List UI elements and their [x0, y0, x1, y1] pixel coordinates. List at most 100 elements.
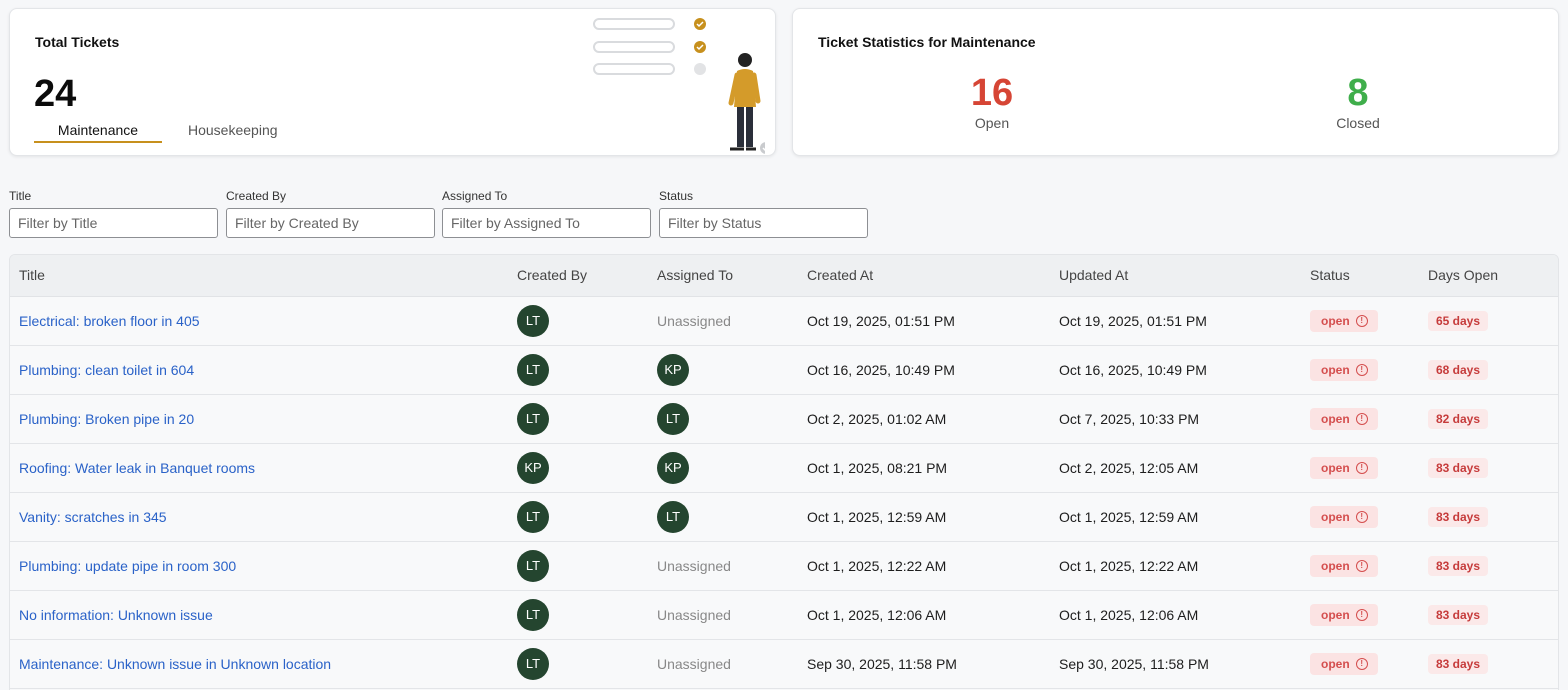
info-circle-icon: ! — [1355, 657, 1368, 670]
tab-housekeeping[interactable]: Housekeeping — [188, 122, 278, 138]
filter-created-by: Created By — [226, 189, 435, 238]
cell-created-by: LT — [508, 492, 648, 541]
days-open-badge: 83 days — [1428, 555, 1489, 576]
table-row[interactable]: Maintenance: Unknown issue in Unknown lo… — [10, 639, 1558, 688]
ticket-title-link[interactable]: Maintenance: Unknown issue in Unknown lo… — [19, 656, 331, 672]
table-row[interactable]: Plumbing: clean toilet in 604 LT KP Oct 16,… — [10, 345, 1558, 394]
cell-assigned-to: Unassigned — [648, 296, 798, 345]
column-header-assigned-to[interactable]: Assigned To — [648, 255, 798, 297]
status-text: open — [1321, 313, 1350, 328]
filter-title-label: Title — [9, 189, 32, 203]
table-row[interactable]: Vanity: scratches in 345 LT LT Oct 1, 2025,… — [10, 492, 1558, 541]
filter-assigned-to-label: Assigned To — [442, 189, 508, 203]
total-tickets-card: Total Tickets 24 Maintenance Housekeepin… — [9, 8, 776, 156]
days-open-badge: 83 days — [1428, 604, 1489, 625]
filter-assigned-to-input[interactable] — [442, 208, 651, 238]
status-badge: open! — [1310, 554, 1378, 577]
ticket-title-link[interactable]: Plumbing: clean toilet in 604 — [19, 362, 194, 378]
table-row[interactable]: Roofing: Water leak in Banquet rooms KP KP… — [10, 443, 1558, 492]
status-text: open — [1321, 607, 1350, 622]
cell-assigned-to: Unassigned — [648, 590, 798, 639]
status-badge: open! — [1310, 407, 1378, 430]
cell-days-open: 83 days — [1419, 541, 1558, 590]
table-header-row: Title Created By Assigned To Created At … — [10, 255, 1558, 297]
filter-title-input[interactable] — [9, 208, 218, 238]
unassigned-label: Unassigned — [657, 557, 731, 574]
filter-status-input[interactable] — [659, 208, 868, 238]
status-text: open — [1321, 509, 1350, 524]
cell-days-open: 68 days — [1419, 345, 1558, 394]
open-stat: 16 Open — [932, 73, 1052, 131]
cell-days-open: 82 days — [1419, 394, 1558, 443]
cell-updated-at: Oct 1, 2025, 12:22 AM — [1059, 557, 1199, 574]
column-header-days-open[interactable]: Days Open — [1419, 255, 1558, 297]
closed-stat: 8 Closed — [1298, 73, 1418, 131]
column-header-created-at[interactable]: Created At — [798, 255, 1050, 297]
cell-days-open: 83 days — [1419, 639, 1558, 688]
creator-avatar: LT — [517, 402, 549, 435]
ticket-title-link[interactable]: Vanity: scratches in 345 — [19, 509, 167, 525]
table-row[interactable]: Electrical: broken floor in 405 LT Unassig… — [10, 296, 1558, 345]
closed-count: 8 — [1347, 72, 1369, 114]
info-circle-icon: ! — [1355, 608, 1368, 621]
ticket-title-link[interactable]: Roofing: Water leak in Banquet rooms — [19, 460, 255, 476]
cell-created-by: LT — [508, 345, 648, 394]
ticket-statistics-card: Ticket Statistics for Maintenance 16 Ope… — [792, 8, 1559, 156]
status-text: open — [1321, 558, 1350, 573]
status-badge: open! — [1310, 603, 1378, 626]
tab-maintenance[interactable]: Maintenance — [34, 122, 162, 143]
cell-title: Plumbing: clean toilet in 604 — [10, 345, 508, 394]
table-row[interactable]: No information: Unknown issue LT Unassigne… — [10, 590, 1558, 639]
days-open-badge: 65 days — [1428, 310, 1489, 331]
creator-avatar: LT — [517, 549, 549, 582]
status-text: open — [1321, 460, 1350, 475]
ticket-title-link[interactable]: No information: Unknown issue — [19, 607, 213, 623]
days-open-badge: 83 days — [1428, 653, 1489, 674]
assignee-avatar: LT — [657, 500, 689, 533]
cell-updated-at: Oct 19, 2025, 01:51 PM — [1059, 312, 1207, 329]
column-header-updated-at[interactable]: Updated At — [1050, 255, 1301, 297]
cell-created-by: LT — [508, 541, 648, 590]
ticket-title-link[interactable]: Plumbing: Broken pipe in 20 — [19, 411, 194, 427]
cell-status: open! — [1301, 590, 1419, 639]
column-header-title[interactable]: Title — [10, 255, 508, 297]
assignee-avatar: KP — [657, 353, 689, 386]
cell-created-at: Oct 1, 2025, 12:06 AM — [807, 606, 947, 623]
status-badge: open! — [1310, 652, 1378, 675]
creator-avatar: LT — [517, 353, 549, 386]
cell-updated-at: Oct 16, 2025, 10:49 PM — [1059, 361, 1207, 378]
info-circle-icon: ! — [1355, 314, 1368, 327]
cell-title: Plumbing: Broken pipe in 20 — [10, 394, 508, 443]
cell-created-by: LT — [508, 296, 648, 345]
unassigned-label: Unassigned — [657, 655, 731, 672]
cell-status: open! — [1301, 394, 1419, 443]
ticket-title-link[interactable]: Plumbing: update pipe in room 300 — [19, 558, 236, 574]
status-text: open — [1321, 362, 1350, 377]
creator-avatar: LT — [517, 500, 549, 533]
cell-assigned-to: KP — [648, 345, 798, 394]
cell-status: open! — [1301, 296, 1419, 345]
ticket-statistics-title: Ticket Statistics for Maintenance — [818, 34, 1036, 50]
ticket-title-link[interactable]: Electrical: broken floor in 405 — [19, 313, 200, 329]
table-row[interactable]: Plumbing: update pipe in room 300 LT Unass… — [10, 541, 1558, 590]
info-circle-icon: ! — [1355, 461, 1368, 474]
column-header-status[interactable]: Status — [1301, 255, 1419, 297]
column-header-created-by[interactable]: Created By — [508, 255, 648, 297]
cell-status: open! — [1301, 639, 1419, 688]
filter-created-by-input[interactable] — [226, 208, 435, 238]
cell-status: open! — [1301, 541, 1419, 590]
cell-title: Electrical: broken floor in 405 — [10, 296, 508, 345]
status-badge: open! — [1310, 358, 1378, 381]
cell-updated-at: Oct 2, 2025, 12:05 AM — [1059, 459, 1199, 476]
closed-label: Closed — [1336, 115, 1380, 131]
cell-status: open! — [1301, 443, 1419, 492]
cell-title: Plumbing: update pipe in room 300 — [10, 541, 508, 590]
cell-updated-at: Sep 30, 2025, 11:58 PM — [1059, 655, 1209, 672]
info-circle-icon: ! — [1355, 559, 1368, 572]
table-row[interactable]: Plumbing: Broken pipe in 20 LT LT Oct 2, 20… — [10, 394, 1558, 443]
cell-title: Roofing: Water leak in Banquet rooms — [10, 443, 508, 492]
cell-created-at: Oct 1, 2025, 12:59 AM — [807, 508, 947, 525]
cell-days-open: 65 days — [1419, 296, 1558, 345]
cell-created-at: Oct 2, 2025, 01:02 AM — [807, 410, 947, 427]
cell-assigned-to: LT — [648, 394, 798, 443]
